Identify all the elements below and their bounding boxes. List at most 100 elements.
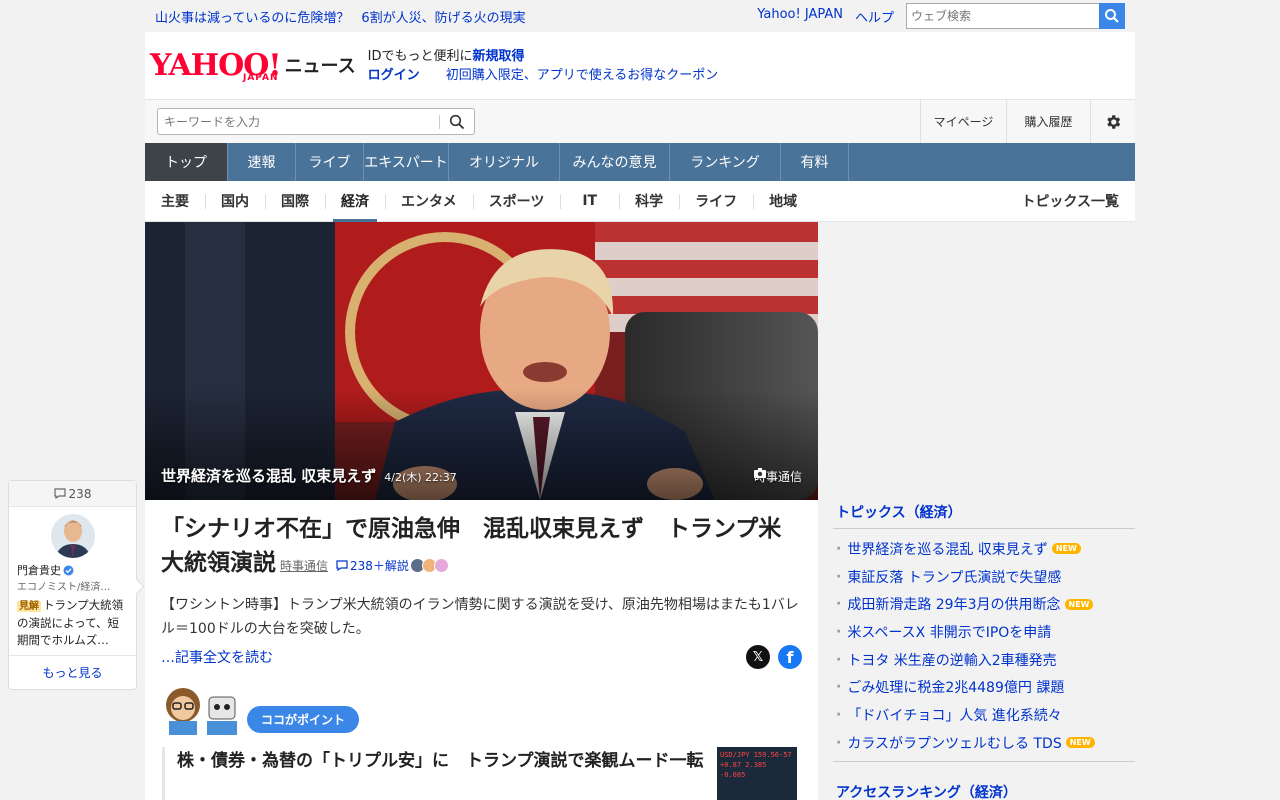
facebook-share-icon[interactable]: f — [778, 645, 802, 669]
keyword-search-button[interactable] — [440, 114, 474, 130]
web-search — [906, 3, 1125, 29]
search-icon — [1105, 9, 1119, 23]
tab-expert[interactable]: エキスパート — [364, 143, 449, 181]
ranking-heading[interactable]: アクセスランキング（経済） — [833, 782, 1135, 800]
commenter-avatars — [409, 558, 449, 573]
web-search-button[interactable] — [1099, 3, 1125, 29]
signup-link[interactable]: 新規取得 — [473, 49, 525, 64]
cat-science[interactable]: 科学 — [619, 181, 679, 222]
read-full-article-link[interactable]: …記事全文を読む — [161, 647, 273, 667]
settings-button[interactable] — [1090, 100, 1135, 143]
expert-comment-card[interactable]: 238 門倉貴史 エコノミスト/経済… 見解 トランプ大統領の演説によって、短期間… — [8, 480, 137, 690]
article-block: 「シナリオ不在」で原油急伸 混乱収束見えず トランプ米大統領演説 時事通信 238＋… — [145, 500, 818, 669]
tab-ranking[interactable]: ランキング — [670, 143, 781, 181]
cat-it[interactable]: IT — [560, 181, 619, 222]
comment-type-badge: 見解 — [17, 601, 41, 612]
sidebar: トピックス（経済） 世界経済を巡る混乱 収束見えずNEW 東証反落 トランプ氏演… — [833, 222, 1135, 800]
tab-opinions[interactable]: みんなの意見 — [560, 143, 670, 181]
service-name: ニュース — [284, 55, 356, 77]
article-source[interactable]: 時事通信 — [280, 559, 328, 573]
yahoo-news-logo[interactable]: YAHOO! JAPAN ニュース — [145, 49, 356, 83]
mascot-icon — [166, 688, 237, 735]
related-article-thumbnail: USD/JPY 159.56-57 +0.87 2.385 -0.085 — [717, 747, 797, 800]
topic-item[interactable]: 米スペースX 非開示でIPOを申請 — [833, 618, 1135, 646]
topic-item[interactable]: ごみ処理に税金2兆4489億円 課題 — [833, 673, 1135, 701]
article-title-block: 「シナリオ不在」で原油急伸 混乱収束見えず トランプ米大統領演説 時事通信 238＋… — [161, 512, 802, 583]
tab-live[interactable]: ライブ — [296, 143, 364, 181]
topic-text: 成田新滑走路 29年3月の供用断念 — [847, 597, 1061, 614]
see-more-link[interactable]: もっと見る — [9, 655, 136, 689]
photo-credit: 時事通信 — [753, 468, 802, 485]
comment-count-link[interactable]: 238＋解説 — [336, 559, 409, 573]
mypage-link[interactable]: マイページ — [920, 100, 1006, 143]
x-share-icon[interactable]: 𝕏 — [746, 645, 770, 669]
cat-local[interactable]: 地域 — [753, 181, 813, 222]
cat-international[interactable]: 国際 — [265, 181, 325, 222]
card-comment-count[interactable]: 238 — [9, 481, 136, 507]
yahoo-logo-text: YAHOO! JAPAN — [150, 49, 282, 83]
topic-text: 東証反落 トランプ氏演説で失望感 — [847, 569, 1062, 586]
category-nav: 主要 国内 国際 経済 エンタメ スポーツ IT 科学 ライフ 地域 トピックス… — [145, 181, 1135, 222]
topic-text: 世界経済を巡る混乱 収束見えず — [847, 541, 1048, 558]
keyword-search — [157, 108, 475, 135]
tab-breaking[interactable]: 速報 — [228, 143, 296, 181]
comment-excerpt: 見解 トランプ大統領の演説によって、短期間でホルムズ… — [9, 593, 136, 653]
ad-space — [833, 222, 1135, 502]
logo-japan: JAPAN — [242, 72, 279, 83]
topic-text: トヨタ 米生産の逆輸入2車種発売 — [847, 652, 1057, 669]
topics-list-link[interactable]: トピックス一覧 — [1021, 191, 1119, 211]
topic-item[interactable]: 世界経済を巡る混乱 収束見えずNEW — [833, 535, 1135, 563]
key-point-header: ココがポイント — [145, 683, 818, 735]
topic-text: ごみ処理に税金2兆4489億円 課題 — [847, 680, 1065, 697]
gear-icon — [1107, 114, 1121, 129]
topic-text: 「ドバイチョコ」人気 進化系続々 — [847, 707, 1062, 724]
id-promo-text: IDでもっと便利に — [367, 48, 473, 64]
camera-icon — [753, 468, 766, 478]
topic-item[interactable]: カラスがラプンツェルむしる TDSNEW — [833, 729, 1135, 757]
topics-heading[interactable]: トピックス（経済） — [833, 502, 1135, 529]
topic-text: 米スペースX 非開示でIPOを申請 — [847, 624, 1052, 641]
related-article[interactable]: 株・債券・為替の「トリプル安」に トランプ演説で楽観ムード一転 USD/JPY … — [162, 747, 802, 800]
cat-domestic[interactable]: 国内 — [205, 181, 265, 222]
tab-top[interactable]: トップ — [145, 143, 228, 181]
share-buttons: 𝕏 f — [746, 645, 802, 669]
help-link[interactable]: ヘルプ — [855, 7, 894, 26]
topic-item[interactable]: 東証反落 トランプ氏演説で失望感 — [833, 563, 1135, 591]
topic-item[interactable]: トヨタ 米生産の逆輸入2車種発売 — [833, 646, 1135, 674]
site-header: YAHOO! JAPAN ニュース IDでもっと便利に新規取得 ログイン 初回購入限… — [145, 32, 1135, 99]
top-strip: 山火事は減っているのに危険増？ 6割が人災、防げる火の現実 Yahoo! JAPA… — [145, 0, 1135, 32]
login-link[interactable]: ログイン — [368, 68, 420, 83]
purchase-history-link[interactable]: 購入履歴 — [1006, 100, 1090, 143]
hero-caption-title: 世界経済を巡る混乱 収束見えず — [161, 467, 377, 485]
cat-life[interactable]: ライフ — [679, 181, 753, 222]
hero-image[interactable]: 世界経済を巡る混乱 収束見えず 4/2(木) 22:37 時事通信 — [145, 222, 818, 500]
related-article-title: 株・債券・為替の「トリプル安」に トランプ演説で楽観ムード一転 — [177, 751, 704, 771]
web-search-input[interactable] — [906, 3, 1099, 29]
cat-entertainment[interactable]: エンタメ — [385, 181, 473, 222]
top-promo-link[interactable]: 山火事は減っているのに危険増？ 6割が人災、防げる火の現実 — [145, 7, 757, 26]
avatar — [50, 514, 95, 558]
cat-economy[interactable]: 経済 — [325, 181, 385, 222]
tab-paid[interactable]: 有料 — [781, 143, 849, 181]
new-badge: NEW — [1064, 598, 1094, 610]
commenter-role: エコノミスト/経済… — [17, 582, 111, 593]
new-badge: NEW — [1051, 543, 1081, 555]
topic-item[interactable]: 成田新滑走路 29年3月の供用断念NEW — [833, 590, 1135, 618]
topic-item[interactable]: 「ドバイチョコ」人気 進化系続々 — [833, 701, 1135, 729]
article-lead: 【ワシントン時事】トランプ米大統領のイラン情勢に関する演説を受け、原油先物相場は… — [161, 597, 799, 637]
topics-list: 世界経済を巡る混乱 収束見えずNEW 東証反落 トランプ氏演説で失望感 成田新滑… — [833, 529, 1135, 762]
cat-main[interactable]: 主要 — [145, 181, 205, 222]
article-title[interactable]: 「シナリオ不在」で原油急伸 混乱収束見えず トランプ米大統領演説 — [161, 516, 781, 576]
key-point-label: ココがポイント — [247, 706, 360, 733]
tab-original[interactable]: オリジナル — [449, 143, 560, 181]
keyword-input[interactable] — [158, 109, 439, 134]
coupon-link[interactable]: 初回購入限定、アプリで使えるお得なクーポン — [446, 68, 719, 83]
comment-icon — [53, 488, 66, 499]
top-promo-text-1: 山火事は減っているのに危険増？ — [155, 10, 350, 26]
yahoo-japan-link[interactable]: Yahoo! JAPAN — [757, 7, 843, 26]
global-nav: トップ 速報 ライブ エキスパート オリジナル みんなの意見 ランキング 有料 — [145, 143, 1135, 181]
top-promo-text-2: 6割が人災、防げる火の現実 — [361, 10, 526, 26]
search-icon — [449, 114, 465, 129]
hero-caption-date: 4/2(木) 22:37 — [384, 471, 457, 484]
cat-sports[interactable]: スポーツ — [472, 181, 561, 222]
